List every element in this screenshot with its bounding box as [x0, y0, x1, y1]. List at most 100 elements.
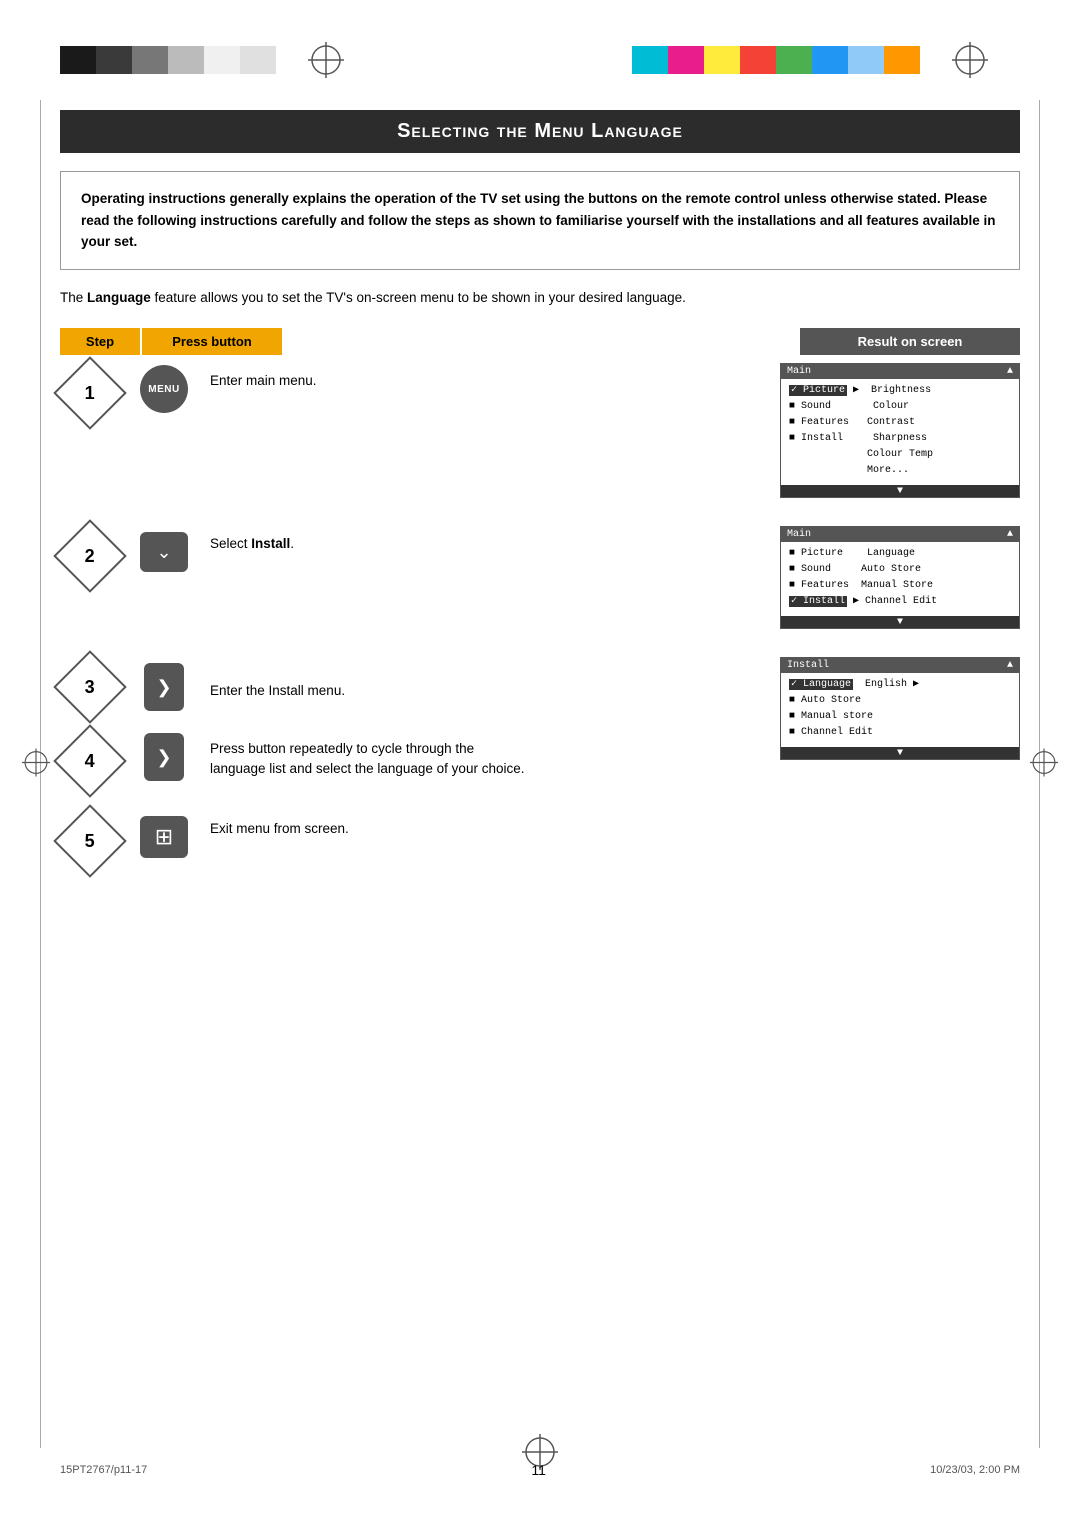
step-2-screen: Main ▲ ■ Picture Language ■ Sound Auto S…: [780, 526, 1020, 629]
step-3-4-screen: Install ▲ ✓ Language English ▶ ■ Auto St…: [780, 657, 1020, 760]
step-3-number: 3: [60, 657, 120, 717]
main-content: Selecting the Menu Language Operating in…: [60, 110, 1020, 909]
menu-button-icon: MENU: [140, 365, 188, 413]
color-block-yellow: [704, 46, 740, 74]
screen-1-line-5: Colour Temp: [789, 447, 1011, 463]
exit-button-icon: ⊞: [140, 816, 188, 858]
footer: 15PT2767/p11-17 11 10/23/03, 2:00 PM: [60, 1462, 1020, 1478]
screen-3-body: ✓ Language English ▶ ■ Auto Store ■ Manu…: [781, 673, 1019, 743]
crosshair-left: [306, 40, 346, 80]
screen-1-arrow: ▲: [1007, 366, 1013, 377]
step-5-number: 5: [60, 811, 120, 871]
color-block-red: [740, 46, 776, 74]
step-1-number: 1: [60, 363, 120, 423]
screen-2-line-3: ■ Features Manual Store: [789, 578, 1011, 594]
step-5-digit: 5: [85, 831, 95, 852]
crosshair-right: [950, 40, 990, 80]
step-3-button: ❯: [138, 661, 190, 713]
step-2-number: 2: [60, 526, 120, 586]
screen-2-down-arrow: ▼: [897, 617, 903, 628]
screen-2-bottom: ▼: [781, 616, 1019, 628]
screen-2-body: ■ Picture Language ■ Sound Auto Store ■ …: [781, 542, 1019, 612]
screen-3-line-3: ■ Manual store: [789, 709, 1011, 725]
color-block-white: [204, 46, 240, 74]
screen-3-line-2: ■ Auto Store: [789, 693, 1011, 709]
step-1-row: 1 MENU Enter main menu. Main ▲ ✓ Picture…: [60, 363, 1020, 498]
color-block-gray: [132, 46, 168, 74]
screen-3-bottom: ▼: [781, 747, 1019, 759]
page-title: Selecting the Menu Language: [60, 110, 1020, 153]
description-text: The Language feature allows you to set t…: [60, 288, 1020, 308]
step-2-text: Select Install.: [210, 526, 530, 554]
steps-3-4-container: 3 ❯ Enter the Install menu. 4: [60, 657, 1020, 791]
steps-3-4-left: 3 ❯ Enter the Install menu. 4: [60, 657, 780, 791]
color-block-dark: [96, 46, 132, 74]
header-result: Result on screen: [800, 328, 1020, 355]
screen-1-line-6: More...: [789, 463, 1011, 479]
step-1-digit: 1: [85, 383, 95, 404]
color-block-lgray: [168, 46, 204, 74]
step-3-diamond: 3: [53, 650, 127, 724]
intro-text: Operating instructions generally explain…: [81, 188, 999, 253]
screen-1-bottom: ▼: [781, 485, 1019, 497]
screen-3-arrow: ▲: [1007, 660, 1013, 671]
screen-1-line-3: ■ Features Contrast: [789, 415, 1011, 431]
steps-header: Step Press button Result on screen: [60, 328, 1020, 355]
step-4-digit: 4: [85, 751, 95, 772]
screen-1-line-2: ■ Sound Colour: [789, 399, 1011, 415]
nav-down-icon: ⌄: [140, 532, 188, 572]
screen-3-line-4: ■ Channel Edit: [789, 725, 1011, 741]
color-block-cyan: [632, 46, 668, 74]
crosshair-left-mid: [22, 749, 50, 780]
screen-3-title: Install: [787, 660, 829, 671]
screen-1-down-arrow: ▼: [897, 486, 903, 497]
nav-right-icon-3: ❯: [144, 663, 184, 711]
step-5-button: ⊞: [138, 811, 190, 863]
color-block-blue: [812, 46, 848, 74]
header-step: Step: [60, 328, 140, 355]
step-2-digit: 2: [85, 546, 95, 567]
color-block-orange: [884, 46, 920, 74]
step-4-diamond: 4: [53, 724, 127, 798]
step-5-text: Exit menu from screen.: [210, 811, 530, 839]
step-4-number: 4: [60, 731, 120, 791]
step-3-digit: 3: [85, 677, 95, 698]
step-4-button: ❯: [138, 731, 190, 783]
screen-1-line-1: ✓ Picture ▶ Brightness: [789, 383, 1011, 399]
intro-box: Operating instructions generally explain…: [60, 171, 1020, 270]
screen-3-down-arrow: ▼: [897, 748, 903, 759]
step-5-row: 5 ⊞ Exit menu from screen.: [60, 811, 1020, 881]
screen-2-titlebar: Main ▲: [781, 527, 1019, 542]
screen-2-title: Main: [787, 529, 811, 540]
top-bar: [0, 30, 1080, 90]
color-block-white2: [240, 46, 276, 74]
color-block-magenta: [668, 46, 704, 74]
screen-1-title: Main: [787, 366, 811, 377]
header-press-button: Press button: [142, 328, 282, 355]
step-3-text: Enter the Install menu.: [210, 673, 530, 701]
step-1-text: Enter main menu.: [210, 363, 530, 391]
steps-container: 1 MENU Enter main menu. Main ▲ ✓ Picture…: [60, 363, 1020, 881]
step-4-text: Press button repeatedly to cycle through…: [210, 731, 530, 780]
step-2-button: ⌄: [138, 526, 190, 578]
footer-page-number: 11: [531, 1462, 546, 1478]
crosshair-right-mid: [1030, 749, 1058, 780]
step-1-button: MENU: [138, 363, 190, 415]
step-4-row: 4 ❯ Press button repeatedly to cycle thr…: [60, 731, 780, 791]
step-1-diamond: 1: [53, 356, 127, 430]
screen-1-line-4: ■ Install Sharpness: [789, 431, 1011, 447]
step-3-row: 3 ❯ Enter the Install menu.: [60, 657, 780, 717]
color-block-lblue: [848, 46, 884, 74]
screen-2-line-1: ■ Picture Language: [789, 546, 1011, 562]
grayscale-strip: [60, 46, 276, 74]
step-5-diamond: 5: [53, 804, 127, 878]
screen-1-body: ✓ Picture ▶ Brightness ■ Sound Colour ■ …: [781, 379, 1019, 481]
screen-3-line-1: ✓ Language English ▶: [789, 677, 1011, 693]
step-2-diamond: 2: [53, 519, 127, 593]
screen-3-titlebar: Install ▲: [781, 658, 1019, 673]
nav-right-icon-4: ❯: [144, 733, 184, 781]
screen-2-arrow: ▲: [1007, 529, 1013, 540]
step-2-row: 2 ⌄ Select Install. Main ▲ ■ Picture Lan…: [60, 526, 1020, 629]
color-block-black: [60, 46, 96, 74]
title-text: Selecting the Menu Language: [397, 120, 683, 142]
